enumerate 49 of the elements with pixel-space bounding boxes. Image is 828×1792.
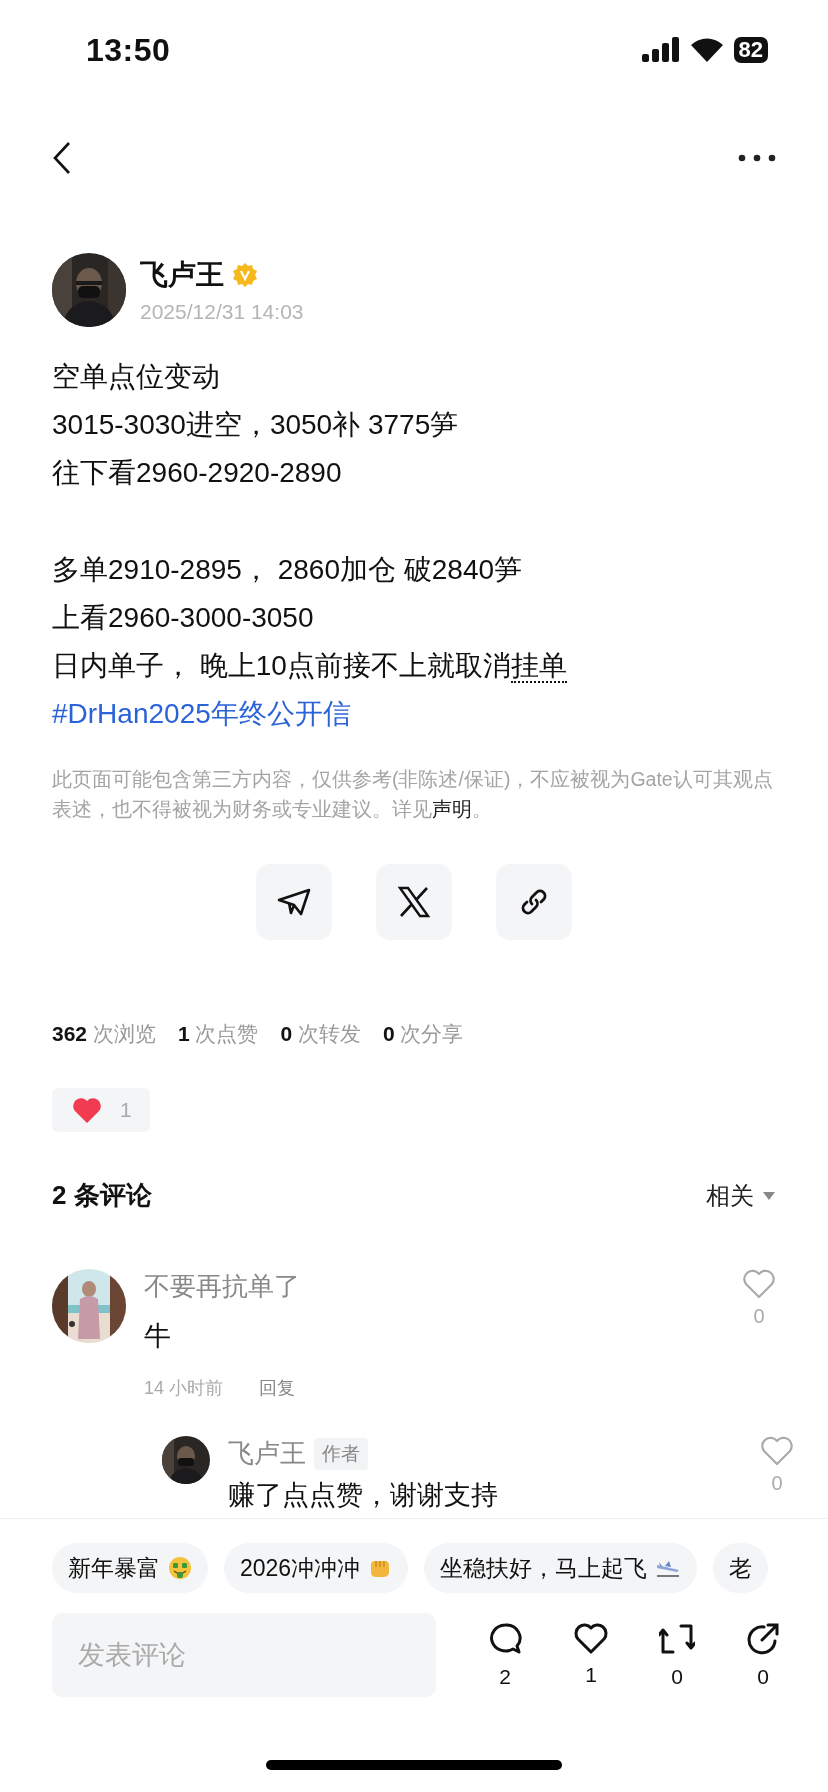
wifi-icon — [689, 37, 724, 63]
share-button[interactable] — [256, 864, 332, 940]
share-button[interactable]: 0 — [738, 1621, 788, 1689]
comment-input[interactable]: 发表评论 — [52, 1613, 436, 1697]
comment-text: 牛 — [144, 1320, 172, 1353]
back-button[interactable] — [52, 140, 72, 175]
money-face-icon — [168, 1556, 192, 1580]
paper-plane-icon — [277, 887, 311, 917]
replier-name: 飞卢王 — [228, 1437, 306, 1470]
stat-text: 0 次转发 — [280, 1021, 361, 1047]
commenter-name: 不要再抗单了 — [144, 1270, 301, 1303]
stat-text: 0 次分享 — [382, 1021, 464, 1047]
share-button[interactable] — [496, 864, 572, 940]
post-text-line: 3015-3030进空，3050补 3775笋 — [52, 408, 460, 442]
post-text-line: 往下看2960-2920-2890 — [52, 456, 343, 490]
reply-text: 赚了点点赞，谢谢支持 — [228, 1479, 499, 1512]
statement-link[interactable]: 声明 — [432, 798, 472, 820]
x-logo-icon — [398, 886, 430, 918]
post-text-line: 多单2910-2895， 2860加仓 破2840笋 — [52, 553, 524, 587]
signal-icon — [641, 37, 680, 63]
heart-icon — [573, 1621, 609, 1655]
like-button[interactable]: 1 — [566, 1621, 616, 1689]
post-text-line: 上看2960-3000-3050 — [52, 601, 315, 635]
reply-link[interactable]: 回复 — [259, 1376, 296, 1400]
comments-heading: 2 条评论 — [52, 1179, 152, 1212]
topic-chip[interactable]: 老 — [713, 1543, 769, 1593]
share-icon — [745, 1621, 781, 1657]
repost-button[interactable]: 0 — [652, 1621, 702, 1689]
topic-chip[interactable]: 新年暴富 — [52, 1543, 208, 1593]
share-button[interactable] — [376, 864, 452, 940]
author-name: 飞卢王 — [140, 258, 224, 292]
comment-button[interactable]: 2 — [480, 1621, 530, 1689]
clock-time: 13:50 — [86, 31, 171, 69]
more-button[interactable] — [738, 153, 776, 162]
stat-text: 1 次点赞 — [177, 1021, 259, 1047]
topic-chip[interactable]: 坐稳扶好，马上起飞 — [424, 1543, 698, 1593]
author-tag: 作者 — [314, 1437, 368, 1470]
topic-chip[interactable]: 2026冲冲冲 — [224, 1543, 409, 1593]
caret-icon — [762, 1190, 776, 1201]
hashtag-link[interactable]: #DrHan2025年终公开信 — [52, 690, 351, 738]
battery-level: 82 — [733, 37, 768, 63]
post-text-line: 日内单子， 晚上10点前接不上就取消挂单 — [52, 649, 568, 685]
post-text-line: 空单点位变动 — [52, 360, 221, 394]
heart-icon — [72, 1096, 102, 1124]
sort-dropdown[interactable]: 相关 — [706, 1179, 776, 1212]
comment-time: 14 小时前 — [144, 1377, 224, 1400]
disclaimer-text: 此页面可能包含第三方内容，仅供参考(非陈述/保证)，不应被视为Gate认可其观点表述，也不得被视为财务或专业建议。详见声明。 — [52, 767, 774, 822]
post-date: 2025/12/31 14:03 — [140, 300, 304, 324]
stat-text: 362 次浏览 — [52, 1021, 156, 1047]
